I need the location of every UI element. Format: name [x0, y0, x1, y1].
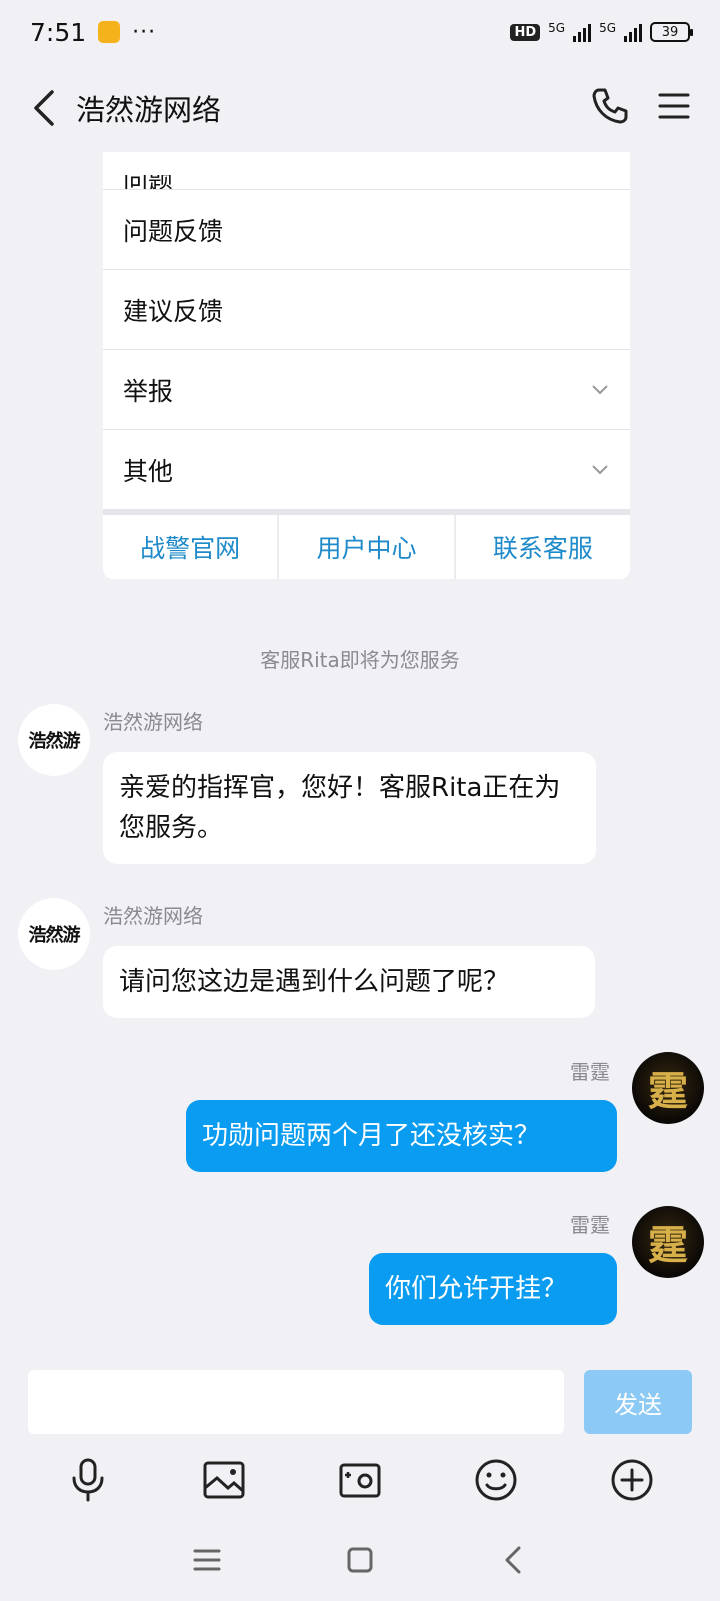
call-button[interactable] — [590, 86, 630, 130]
hd-voice-icon: HD — [510, 23, 541, 41]
composer: 发送 — [0, 1360, 720, 1442]
back-chevron-icon — [505, 1546, 521, 1573]
voice-button[interactable] — [58, 1450, 118, 1510]
system-notice: 客服Rita即将为您服务 — [260, 648, 460, 672]
menu-button[interactable] — [656, 88, 692, 128]
sender-name: 雷霆 — [570, 1060, 610, 1084]
menu-item-label: 问题反馈 — [123, 216, 224, 246]
menu-item-feedback[interactable]: 问题反馈 — [103, 189, 630, 269]
hamburger-menu-icon — [658, 93, 690, 119]
message-input[interactable] — [28, 1370, 564, 1434]
chevron-left-icon — [34, 90, 54, 126]
system-back-button[interactable] — [483, 1530, 543, 1590]
image-icon — [203, 1461, 245, 1499]
system-navigation-bar — [0, 1518, 720, 1601]
avatar[interactable]: 霆 — [632, 1052, 704, 1124]
link-official-site[interactable]: 战警官网 — [103, 515, 277, 579]
message-bubble[interactable]: 请问您这边是遇到什么问题了呢？ — [103, 946, 595, 1018]
emoji-button[interactable] — [466, 1450, 526, 1510]
composer-toolbar — [0, 1442, 720, 1518]
more-button[interactable] — [602, 1450, 662, 1510]
plus-circle-icon — [611, 1459, 653, 1501]
camera-button[interactable] — [330, 1450, 390, 1510]
status-time: 7:51 — [30, 17, 87, 47]
send-button[interactable]: 发送 — [584, 1370, 692, 1434]
message-bubble[interactable]: 功勋问题两个月了还没核实？ — [186, 1100, 617, 1172]
faq-menu-card: 问题 问题反馈 建议反馈 举报 其他 战警官网 用户中心 联系客服 — [103, 152, 630, 579]
status-indicators: HD 5G 5G 39 — [510, 21, 693, 42]
back-button[interactable] — [14, 64, 74, 152]
signal-icon — [573, 22, 592, 42]
chevron-down-icon — [592, 464, 608, 474]
menu-item-label: 举报 — [123, 376, 174, 406]
phone-icon — [592, 88, 628, 124]
microphone-icon — [72, 1458, 104, 1502]
chevron-down-icon — [592, 384, 608, 394]
link-contact-support[interactable]: 联系客服 — [453, 515, 630, 579]
avatar[interactable]: 霆 — [632, 1206, 704, 1278]
message-bubble[interactable]: 亲爱的指挥官，您好！客服Rita正在为您服务。 — [103, 752, 596, 864]
avatar[interactable]: 浩然游 — [18, 898, 90, 970]
menu-lines-icon — [193, 1549, 221, 1570]
notification-app-icon — [98, 21, 121, 43]
menu-item-label: 建议反馈 — [123, 296, 224, 326]
sender-name: 雷霆 — [570, 1213, 610, 1237]
menu-item-other[interactable]: 其他 — [103, 429, 630, 509]
recent-apps-button[interactable] — [177, 1530, 237, 1590]
image-button[interactable] — [194, 1450, 254, 1510]
more-notifications-icon: ··· — [132, 19, 157, 45]
menu-item-label: 问题 — [123, 175, 173, 189]
menu-item-report[interactable]: 举报 — [103, 349, 630, 429]
sender-name: 浩然游网络 — [103, 904, 203, 928]
network-type-label-2: 5G — [599, 21, 616, 35]
signal-icon-2 — [624, 22, 642, 42]
battery-icon: 39 — [650, 22, 693, 42]
page-title: 浩然游网络 — [76, 93, 222, 127]
home-button[interactable] — [330, 1530, 390, 1590]
menu-item-partial[interactable]: 问题 — [103, 152, 630, 189]
menu-item-label: 其他 — [123, 456, 174, 486]
emoji-icon — [475, 1459, 517, 1501]
home-square-icon — [347, 1547, 373, 1572]
chat-header: 浩然游网络 — [0, 64, 720, 152]
status-bar: 7:51 ··· HD 5G 5G 39 — [0, 0, 720, 64]
menu-item-suggestion[interactable]: 建议反馈 — [103, 269, 630, 349]
sender-name: 浩然游网络 — [103, 710, 203, 734]
quick-links: 战警官网 用户中心 联系客服 — [103, 509, 630, 579]
message-bubble[interactable]: 你们允许开挂？ — [369, 1253, 617, 1325]
link-user-center[interactable]: 用户中心 — [277, 515, 453, 579]
avatar[interactable]: 浩然游 — [18, 704, 90, 776]
camera-icon — [339, 1463, 381, 1498]
network-type-label: 5G — [548, 21, 566, 35]
